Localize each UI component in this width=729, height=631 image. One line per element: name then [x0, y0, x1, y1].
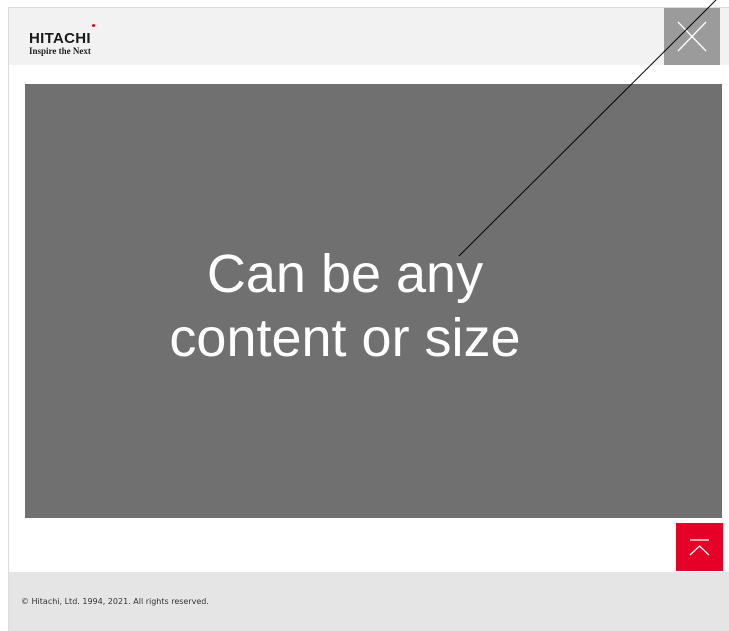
content-area: Can be any content or size	[25, 84, 722, 518]
page: HITACHI Inspire the Next Can be any cont…	[0, 0, 729, 631]
logo-tagline: Inspire the Next	[29, 46, 91, 56]
back-to-top-button[interactable]	[676, 523, 723, 571]
copyright-text: © Hitachi, Ltd. 1994, 2021. All rights r…	[21, 597, 209, 606]
close-button[interactable]	[664, 8, 720, 65]
footer: © Hitachi, Ltd. 1994, 2021. All rights r…	[9, 572, 729, 631]
chevron-up-icon	[689, 539, 710, 556]
logo-accent-dot	[92, 24, 95, 27]
close-icon	[677, 21, 707, 52]
content-placeholder-text: Can be any content or size	[169, 244, 521, 368]
hitachi-logo[interactable]: HITACHI Inspire the Next	[29, 31, 91, 56]
header-bar: HITACHI Inspire the Next	[9, 8, 729, 65]
logo-wordmark: HITACHI	[29, 30, 91, 47]
